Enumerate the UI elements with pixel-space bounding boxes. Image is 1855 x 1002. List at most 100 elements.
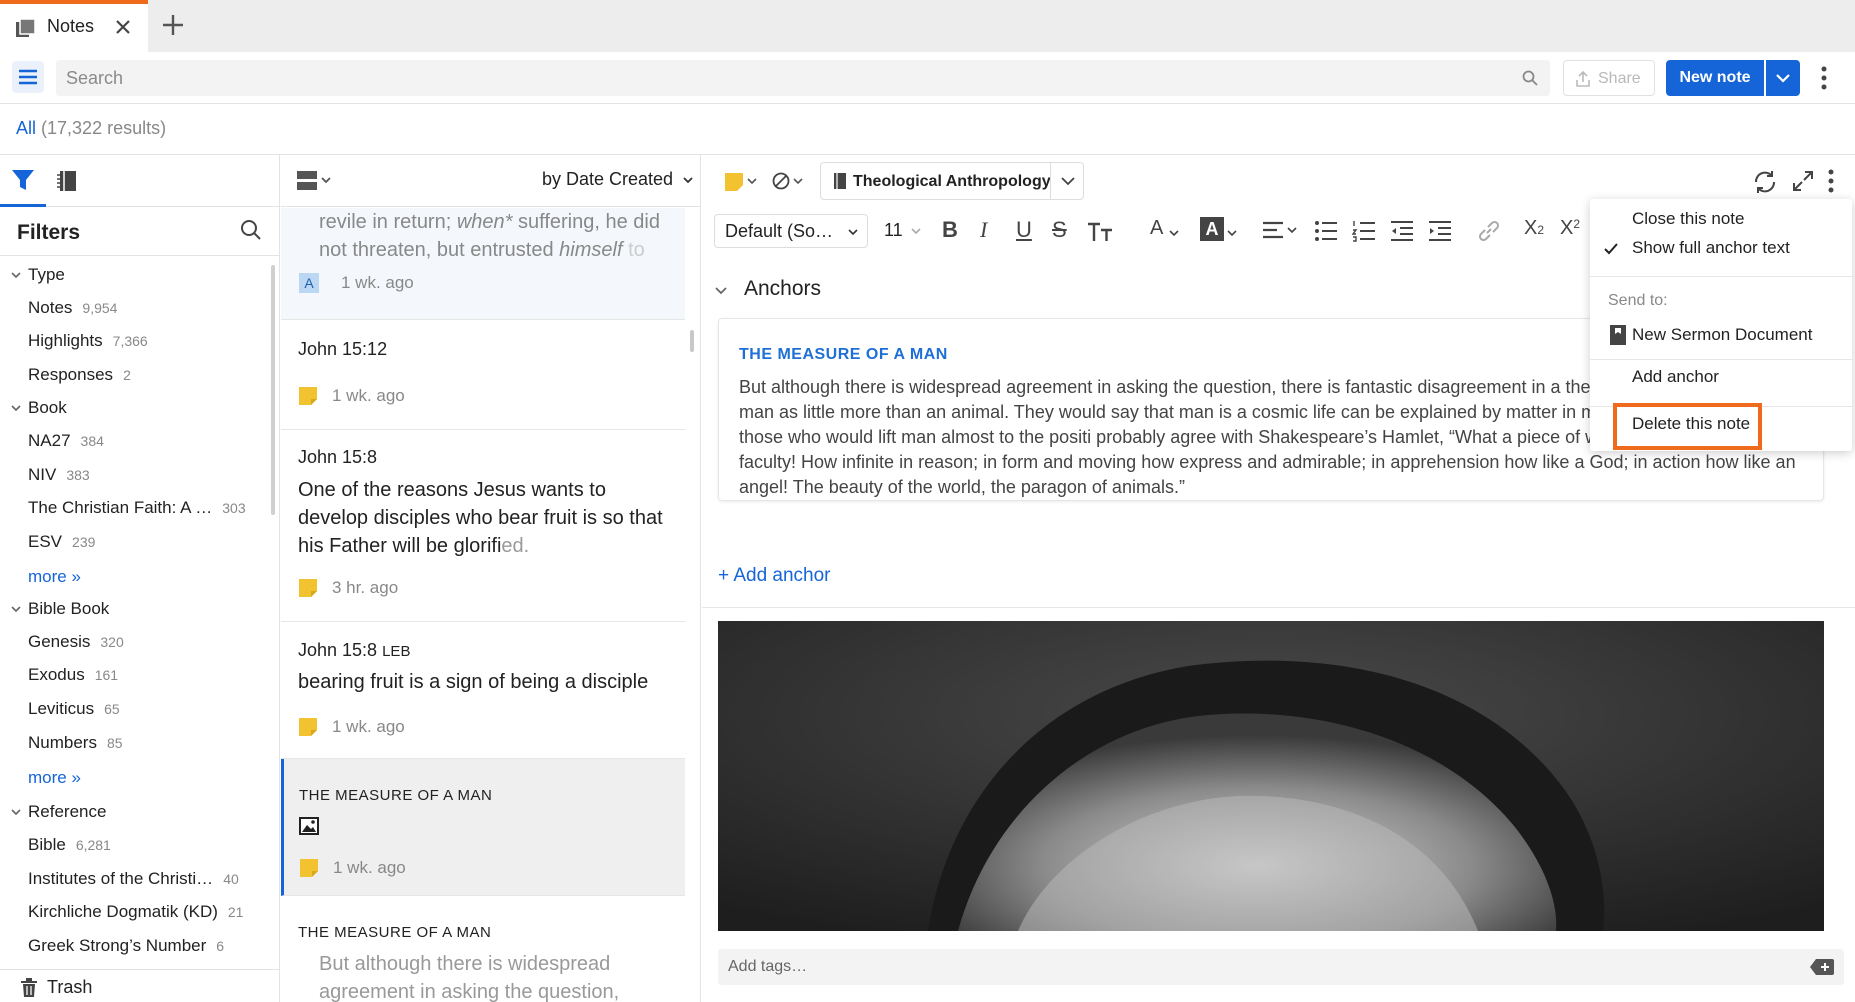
- chevron-down-icon[interactable]: [1168, 227, 1180, 239]
- list-item[interactable]: THE MEASURE OF A MAN But although there …: [281, 896, 685, 1002]
- notebook-dropdown[interactable]: [1050, 163, 1084, 199]
- list-item-selected[interactable]: THE MEASURE OF A MAN 1 wk. ago: [281, 759, 685, 896]
- menu-item-new-sermon-document[interactable]: New Sermon Document: [1632, 325, 1812, 345]
- note-reference: THE MEASURE OF A MAN: [298, 924, 492, 941]
- add-tag-icon[interactable]: [1810, 959, 1834, 975]
- text-size-icon[interactable]: [1086, 221, 1114, 243]
- view-toggle-button[interactable]: [297, 170, 335, 192]
- notebook-selector[interactable]: Theological Anthropology: [820, 162, 1084, 200]
- filter-item-responses[interactable]: Responses 2: [28, 365, 131, 385]
- subscript-button[interactable]: X2: [1524, 217, 1544, 240]
- filter-item-label: NA27: [28, 431, 71, 450]
- note-body: But although there is widespread agreeme…: [319, 953, 620, 1002]
- filter-item-niv[interactable]: NIV 383: [28, 465, 90, 485]
- indent-icon[interactable]: [1428, 220, 1452, 242]
- scrollbar[interactable]: [271, 265, 275, 515]
- filter-item-institutes[interactable]: Institutes of the Christi… 40: [28, 869, 239, 889]
- menu-item-close-note[interactable]: Close this note: [1632, 209, 1744, 229]
- list-item[interactable]: revile in return; when* suffering, he di…: [281, 208, 685, 320]
- list-item[interactable]: John 15:8 One of the reasons Jesus wants…: [281, 430, 685, 622]
- filter-group-bible-book[interactable]: Bible Book: [11, 599, 109, 619]
- chevron-down-icon[interactable]: [1226, 227, 1238, 239]
- tab-filters[interactable]: [0, 155, 46, 207]
- divider: [702, 607, 1855, 608]
- hamburger-icon: [19, 69, 37, 85]
- link-icon[interactable]: [1477, 219, 1501, 243]
- filter-item-bible[interactable]: Bible 6,281: [28, 835, 111, 855]
- search-icon[interactable]: [240, 219, 262, 241]
- portrait-photo: [718, 621, 1824, 931]
- anchor-title[interactable]: THE MEASURE OF A MAN: [739, 346, 948, 364]
- filter-item-notes[interactable]: Notes 9,954: [28, 298, 117, 318]
- menu-item-show-full-anchor[interactable]: Show full anchor text: [1632, 238, 1790, 258]
- more-link[interactable]: more »: [28, 768, 81, 788]
- more-vertical-icon[interactable]: [1825, 167, 1837, 195]
- all-link[interactable]: All: [16, 118, 36, 138]
- close-icon[interactable]: [114, 18, 132, 36]
- filter-item-leviticus[interactable]: Leviticus 65: [28, 699, 120, 719]
- list-item[interactable]: John 15:8 LEB bearing fruit is a sign of…: [281, 622, 685, 759]
- bold-button[interactable]: B: [942, 217, 958, 243]
- notebook-icon[interactable]: [56, 169, 80, 193]
- trash-item[interactable]: Trash: [0, 969, 280, 1002]
- search-input[interactable]: [56, 60, 1496, 96]
- new-note-dropdown-button[interactable]: [1766, 60, 1800, 96]
- more-link[interactable]: more »: [28, 567, 81, 587]
- filter-item-highlights[interactable]: Highlights 7,366: [28, 331, 148, 351]
- filter-item-greek-strongs[interactable]: Greek Strong’s Number 6: [28, 936, 224, 956]
- send-to-label: Send to:: [1608, 292, 1668, 309]
- strikethrough-button[interactable]: S: [1052, 217, 1067, 243]
- filter-item-kirchliche-dogmatik[interactable]: Kirchliche Dogmatik (KD) 21: [28, 902, 243, 922]
- menu-item-add-anchor[interactable]: Add anchor: [1632, 367, 1719, 387]
- note-list-panel: by Date Created revile in return; when* …: [281, 155, 701, 1002]
- search-icon[interactable]: [1522, 70, 1538, 86]
- filter-group-book[interactable]: Book: [11, 398, 67, 418]
- sort-dropdown[interactable]: by Date Created: [542, 169, 694, 190]
- underline-button[interactable]: U: [1016, 217, 1032, 243]
- filter-group-type[interactable]: Type: [11, 265, 65, 285]
- list-item[interactable]: John 15:12 1 wk. ago: [281, 320, 685, 430]
- filter-item-christian-faith[interactable]: The Christian Faith: A … 303: [28, 498, 246, 518]
- tags-field[interactable]: Add tags…: [718, 949, 1844, 985]
- menu-button[interactable]: [12, 61, 44, 93]
- note-list-header: by Date Created: [281, 155, 700, 207]
- align-icon[interactable]: [1262, 220, 1300, 242]
- new-note-button[interactable]: New note: [1666, 60, 1764, 96]
- expand-icon[interactable]: [1792, 170, 1814, 192]
- filter-item-numbers[interactable]: Numbers 85: [28, 733, 123, 753]
- divider: [0, 255, 280, 256]
- share-button[interactable]: Share: [1563, 60, 1655, 96]
- filter-item-count: 6: [216, 938, 225, 954]
- results-count: (17,322 results): [41, 118, 167, 138]
- filter-item-count: 6,281: [75, 837, 111, 853]
- filter-item-na27[interactable]: NA27 384: [28, 431, 104, 451]
- tab-notes[interactable]: Notes: [0, 0, 148, 52]
- filter-item-label: Institutes of the Christi…: [28, 869, 214, 888]
- filter-item-count: 383: [66, 467, 90, 483]
- highlight-color-button[interactable]: A: [1200, 217, 1224, 241]
- superscript-button[interactable]: X2: [1560, 217, 1580, 240]
- italic-button[interactable]: I: [980, 217, 987, 243]
- filter-group-reference[interactable]: Reference: [11, 802, 106, 822]
- more-vertical-icon[interactable]: [1818, 64, 1830, 92]
- outdent-icon[interactable]: [1390, 220, 1414, 242]
- sync-icon[interactable]: [1752, 169, 1778, 195]
- note-style-button[interactable]: [724, 171, 760, 191]
- scrollbar[interactable]: [690, 330, 694, 352]
- filter-item-genesis[interactable]: Genesis 320: [28, 632, 124, 652]
- filter-item-exodus[interactable]: Exodus 161: [28, 665, 118, 685]
- font-size-select[interactable]: 11: [874, 214, 924, 248]
- filter-item-label: Numbers: [28, 733, 97, 752]
- add-anchor-link[interactable]: + Add anchor: [718, 565, 831, 587]
- bullet-list-icon[interactable]: [1314, 220, 1338, 242]
- note-body: bearing fruit is a sign of being a disci…: [298, 671, 649, 693]
- filter-item-esv[interactable]: ESV 239: [28, 532, 95, 552]
- filters-panel: Filters Type Notes 9,954 Highlights 7,366 …: [0, 155, 280, 1002]
- anchors-section-header[interactable]: Anchors: [714, 277, 821, 301]
- note-image: [718, 621, 1824, 931]
- numbered-list-icon[interactable]: [1352, 220, 1376, 242]
- visibility-button[interactable]: [772, 171, 808, 191]
- font-family-select[interactable]: Default (So…: [714, 214, 868, 248]
- font-color-button[interactable]: A: [1150, 217, 1163, 240]
- plus-icon[interactable]: [160, 12, 186, 38]
